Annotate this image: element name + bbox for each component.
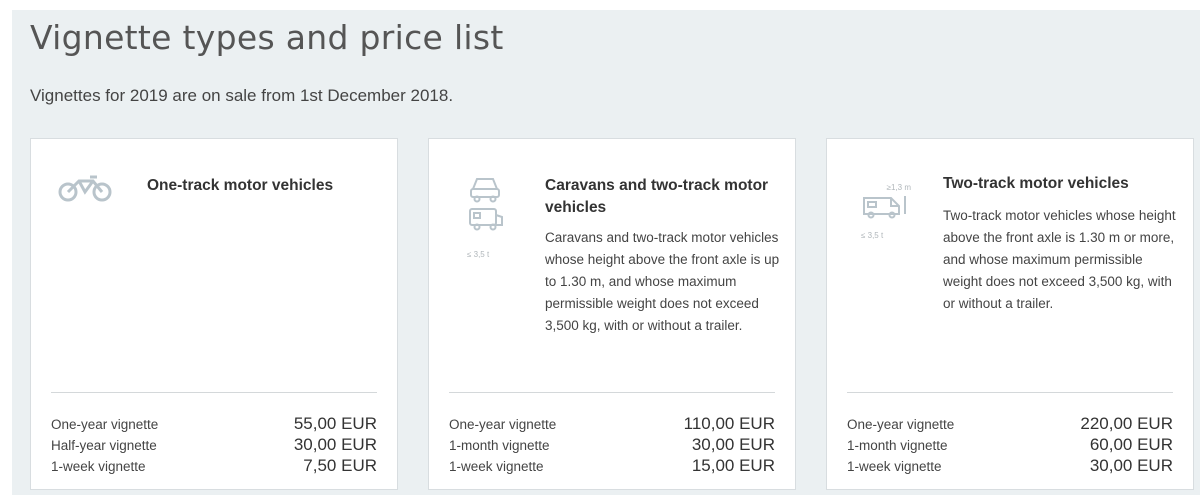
price-row: One-year vignette 110,00 EUR bbox=[449, 414, 775, 435]
price-value: 55,00 EUR bbox=[293, 414, 377, 433]
price-label: 1-week vignette bbox=[51, 459, 146, 474]
price-list: One-year vignette 220,00 EUR 1-month vig… bbox=[847, 414, 1173, 477]
price-row: One-year vignette 220,00 EUR bbox=[847, 414, 1173, 435]
price-row: 1-week vignette 30,00 EUR bbox=[847, 456, 1173, 477]
price-label: One-year vignette bbox=[51, 417, 159, 432]
price-row: 1-month vignette 60,00 EUR bbox=[847, 435, 1173, 456]
motorcycle-icon bbox=[57, 173, 113, 208]
vignette-card-two-track: ≥1,3 m ≤ 3,5 t Two-track motor vehicles … bbox=[826, 138, 1194, 490]
price-label: 1-week vignette bbox=[847, 459, 942, 474]
divider bbox=[51, 392, 377, 393]
price-value: 15,00 EUR bbox=[691, 456, 775, 475]
price-row: 1-week vignette 15,00 EUR bbox=[449, 456, 775, 477]
page-subtitle: Vignettes for 2019 are on sale from 1st … bbox=[30, 86, 454, 105]
card-title: Two-track motor vehicles bbox=[943, 175, 1129, 192]
weight-note: ≤ 3,5 t bbox=[467, 250, 490, 259]
price-row: 1-week vignette 7,50 EUR bbox=[51, 456, 377, 477]
price-label: 1-month vignette bbox=[847, 438, 948, 453]
vignette-card-caravans: ≤ 3,5 t Caravans and two-track motor veh… bbox=[428, 138, 796, 490]
price-label: Half-year vignette bbox=[51, 438, 157, 453]
price-value: 60,00 EUR bbox=[1089, 435, 1173, 454]
weight-note: ≤ 3,5 t bbox=[861, 231, 884, 240]
card-description: Two-track motor vehicles whose height ab… bbox=[943, 208, 1176, 311]
card-description: Caravans and two-track motor vehicles wh… bbox=[545, 230, 780, 333]
height-note: ≥1,3 m bbox=[886, 183, 911, 192]
price-value: 110,00 EUR bbox=[683, 414, 775, 433]
price-label: 1-week vignette bbox=[449, 459, 544, 474]
price-value: 7,50 EUR bbox=[303, 456, 377, 475]
price-row: One-year vignette 55,00 EUR bbox=[51, 414, 377, 435]
van-icon: ≥1,3 m ≤ 3,5 t bbox=[861, 183, 911, 240]
vignette-card-one-track: One-track motor vehicles One-year vignet… bbox=[30, 138, 398, 490]
price-value: 30,00 EUR bbox=[1089, 456, 1173, 475]
price-label: One-year vignette bbox=[847, 417, 955, 432]
price-list: One-year vignette 110,00 EUR 1-month vig… bbox=[449, 414, 775, 477]
page-title: Vignette types and price list bbox=[30, 18, 504, 57]
price-value: 30,00 EUR bbox=[691, 435, 775, 454]
divider bbox=[449, 392, 775, 393]
price-label: 1-month vignette bbox=[449, 438, 550, 453]
price-value: 30,00 EUR bbox=[293, 435, 377, 454]
card-title: Caravans and two-track motor vehicles bbox=[545, 177, 769, 216]
price-row: 1-month vignette 30,00 EUR bbox=[449, 435, 775, 456]
card-title: One-track motor vehicles bbox=[147, 177, 334, 194]
price-list: One-year vignette 55,00 EUR Half-year vi… bbox=[51, 414, 377, 477]
price-row: Half-year vignette 30,00 EUR bbox=[51, 435, 377, 456]
price-value: 220,00 EUR bbox=[1080, 414, 1173, 433]
divider bbox=[847, 392, 1173, 393]
car-caravan-icon: ≤ 3,5 t bbox=[467, 173, 507, 259]
price-label: One-year vignette bbox=[449, 417, 557, 432]
